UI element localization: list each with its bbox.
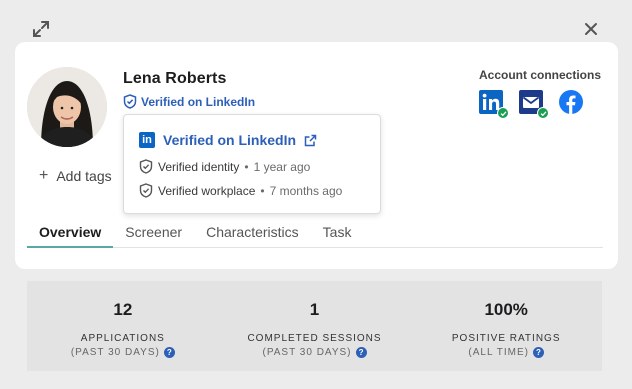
profile-name: Lena Roberts xyxy=(123,70,227,87)
stat-sub: (ALL TIME) ? xyxy=(410,347,602,358)
email-connection[interactable] xyxy=(519,90,549,119)
linkedin-connection[interactable] xyxy=(479,90,509,119)
account-connections-title: Account connections xyxy=(479,68,602,82)
shield-check-icon xyxy=(139,183,153,198)
help-icon[interactable]: ? xyxy=(532,347,544,358)
stat-sub-label: (PAST 30 DAYS) xyxy=(70,347,160,358)
stat-sub: (PAST 30 DAYS) ? xyxy=(27,347,219,358)
stat-value: 100% xyxy=(484,300,528,319)
tab-characteristics[interactable]: Characteristics xyxy=(194,220,311,248)
facebook-icon xyxy=(559,90,583,114)
stat-completed-sessions: 1 COMPLETED SESSIONS (PAST 30 DAYS) ? xyxy=(219,281,411,371)
shield-check-icon xyxy=(123,94,137,109)
verified-badge[interactable]: Verified on LinkedIn xyxy=(123,94,255,109)
tab-task[interactable]: Task xyxy=(311,220,364,248)
avatar xyxy=(27,67,107,147)
stat-label: COMPLETED SESSIONS xyxy=(247,333,382,344)
profile-card: Lena Roberts Verified on LinkedIn + Add … xyxy=(15,42,618,269)
row-time: 1 year ago xyxy=(253,159,311,174)
stat-sub-label: (ALL TIME) xyxy=(468,347,529,358)
close-icon[interactable] xyxy=(580,18,602,40)
popover-title: Verified on LinkedIn xyxy=(163,132,297,148)
expand-icon[interactable] xyxy=(30,18,52,40)
stat-positive-ratings: 100% POSITIVE RATINGS (ALL TIME) ? xyxy=(410,281,602,371)
help-icon[interactable]: ? xyxy=(163,347,175,358)
stat-applications: 12 APPLICATIONS (PAST 30 DAYS) ? xyxy=(27,281,219,371)
separator: • xyxy=(260,183,265,198)
tab-overview[interactable]: Overview xyxy=(27,220,114,248)
stat-sub: (PAST 30 DAYS) ? xyxy=(219,347,411,358)
stat-value: 1 xyxy=(309,300,320,319)
stat-label: APPLICATIONS xyxy=(80,333,165,344)
verified-check-icon xyxy=(537,107,549,119)
verified-workplace-row: Verified workplace • 7 months ago xyxy=(139,183,342,198)
add-tags-label: Add tags xyxy=(56,168,112,184)
facebook-connection[interactable] xyxy=(559,90,583,114)
verified-check-icon xyxy=(497,107,509,119)
popover-header[interactable]: in Verified on LinkedIn xyxy=(139,132,317,148)
separator: • xyxy=(244,159,249,174)
shield-check-icon xyxy=(139,159,153,174)
verification-popover: in Verified on LinkedIn Verified identit… xyxy=(123,114,381,214)
help-icon[interactable]: ? xyxy=(355,347,367,358)
row-label: Verified workplace xyxy=(158,183,256,198)
verified-identity-row: Verified identity • 1 year ago xyxy=(139,159,310,174)
linkedin-icon: in xyxy=(139,132,155,148)
stat-label: POSITIVE RATINGS xyxy=(451,333,561,344)
account-connections xyxy=(479,90,583,119)
add-tags-button[interactable]: + Add tags xyxy=(39,167,112,185)
row-label: Verified identity xyxy=(158,159,240,174)
plus-icon: + xyxy=(39,167,49,184)
stats-panel: 12 APPLICATIONS (PAST 30 DAYS) ? 1 COMPL… xyxy=(27,281,602,371)
verified-label: Verified on LinkedIn xyxy=(141,94,256,109)
stat-sub-label: (PAST 30 DAYS) xyxy=(262,347,352,358)
stat-value: 12 xyxy=(113,300,133,319)
profile-tabs: Overview Screener Characteristics Task xyxy=(27,220,603,248)
tab-screener[interactable]: Screener xyxy=(113,220,194,248)
row-time: 7 months ago xyxy=(269,183,343,198)
external-link-icon xyxy=(304,134,317,146)
